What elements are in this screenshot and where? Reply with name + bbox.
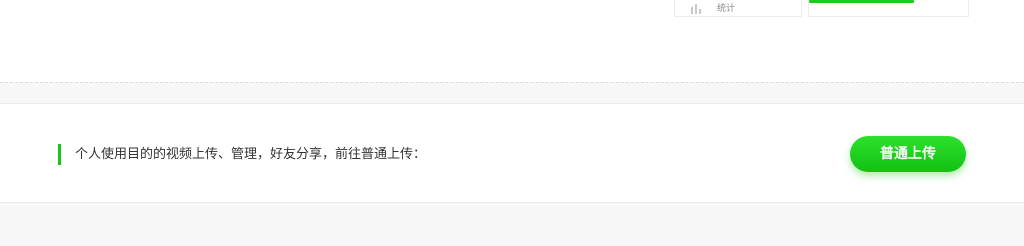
normal-upload-button[interactable]: 普通上传 (850, 136, 966, 172)
upload-panel: 个人使用目的的视频上传、管理，好友分享，前往普通上传： 普通上传 (0, 103, 1024, 203)
progress-card (808, 0, 969, 17)
stats-card[interactable]: 统计 (674, 0, 802, 17)
top-content-area: 统计 (0, 0, 1024, 82)
section-gap (0, 83, 1024, 103)
bar-chart-icon (691, 4, 701, 14)
upload-description: 个人使用目的的视频上传、管理，好友分享，前往普通上传： (75, 147, 427, 162)
accent-bar (58, 144, 61, 165)
stats-label: 统计 (717, 4, 736, 14)
green-indicator-bar (809, 0, 914, 3)
